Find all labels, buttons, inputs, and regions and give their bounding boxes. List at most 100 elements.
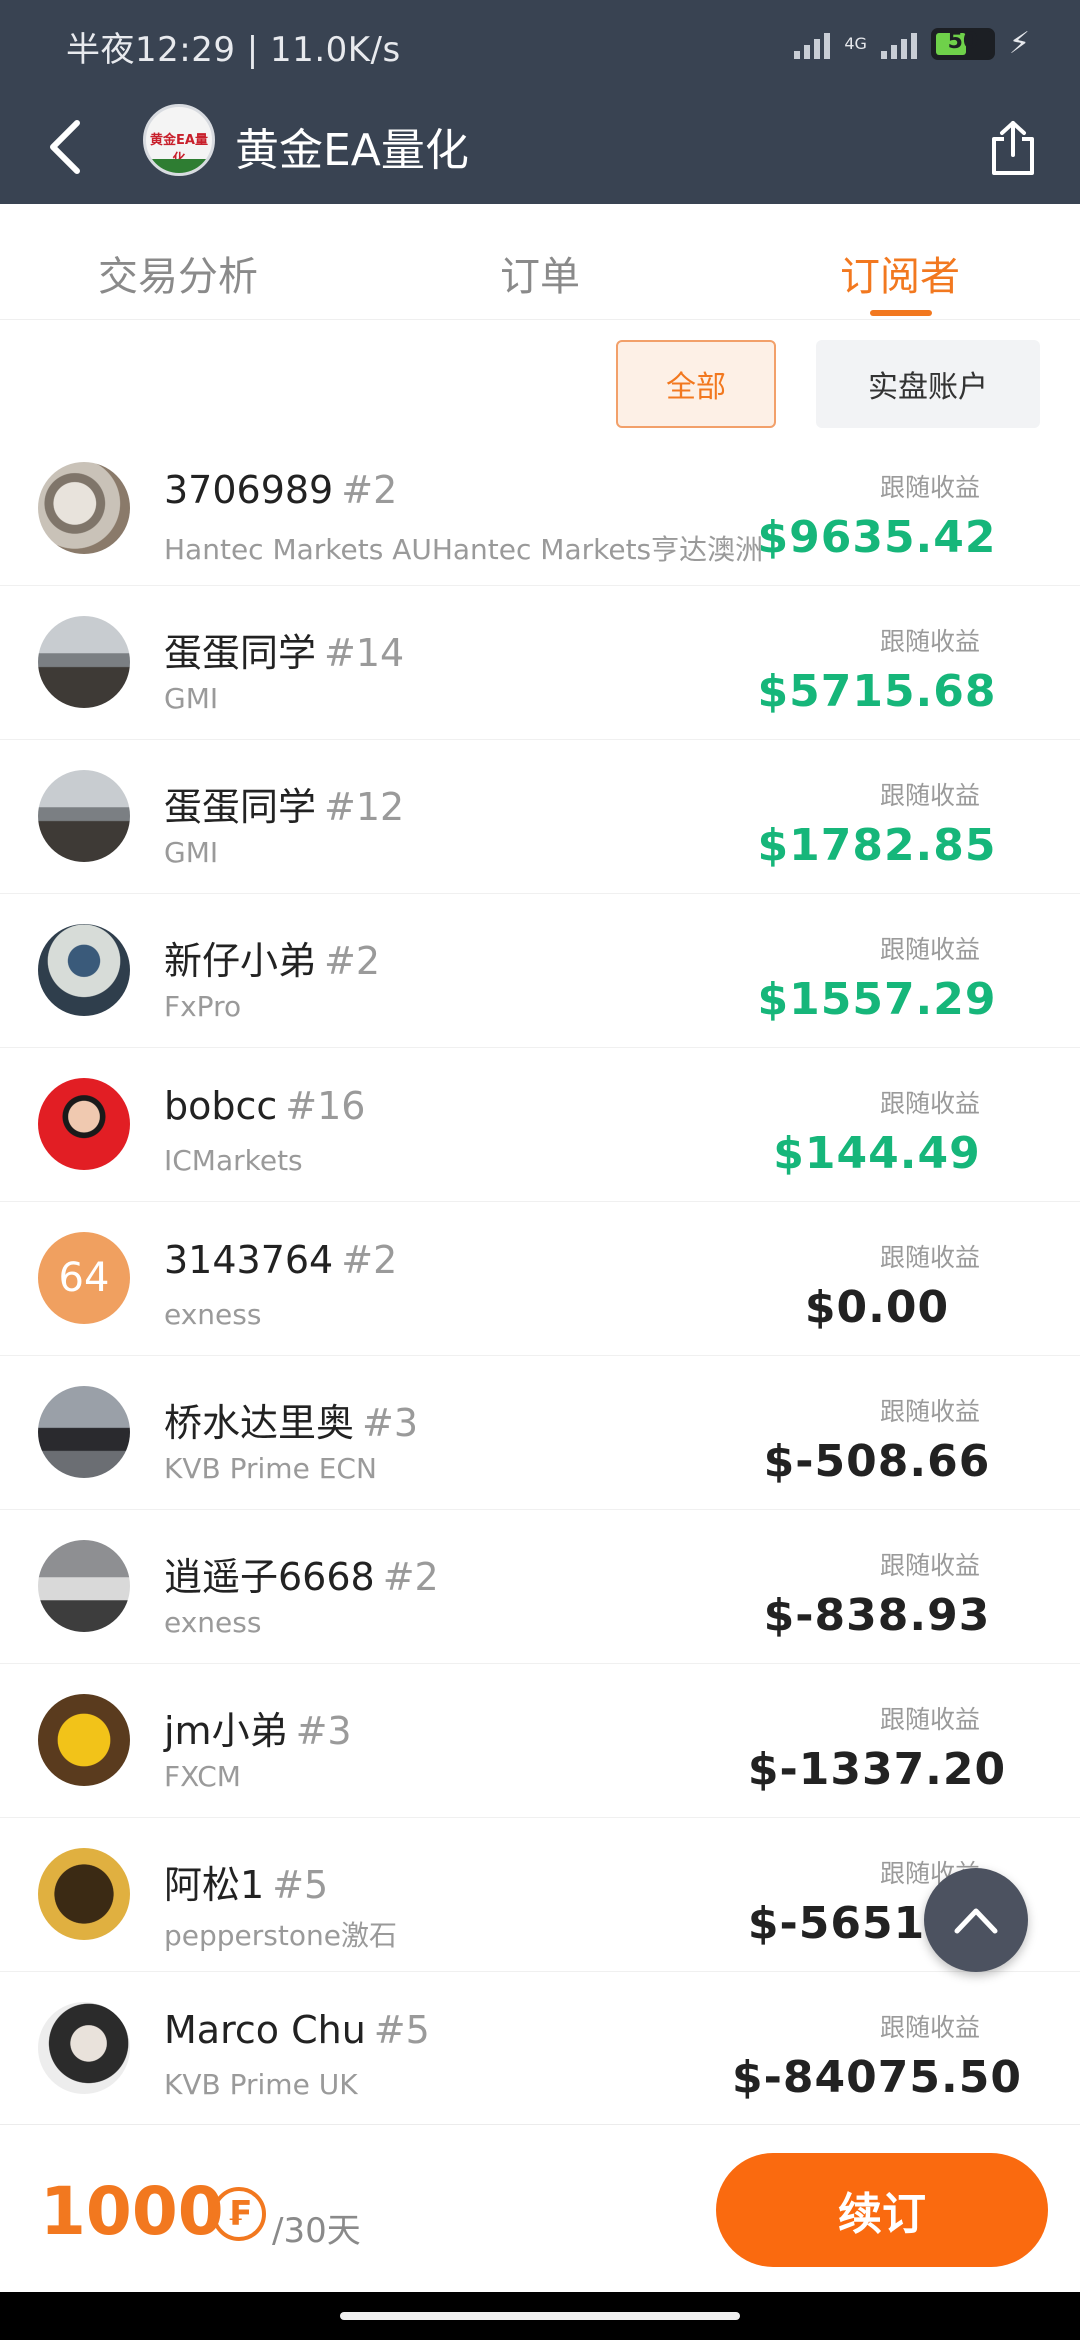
profit-label: 跟随收益 [879, 1089, 980, 1118]
profit-value: $-1337.20 [747, 1744, 1007, 1795]
subscriber-name: bobcc [164, 1084, 278, 1128]
nav-bar: 黄金EA量化 黄金EA量化 [0, 90, 1080, 204]
list-item[interactable]: 蛋蛋同学 #12 GMI 跟随收益 $1782.85 [0, 740, 1080, 894]
avatar [38, 462, 130, 554]
share-icon [992, 121, 1034, 175]
tab-orders[interactable]: 订单 [500, 244, 580, 302]
subscriber-list: 3706989 #2 Hantec Markets AUHantec Market… [0, 432, 1080, 2126]
subscriber-rank: #5 [272, 1863, 329, 1907]
charging-icon: ⚡ [1008, 26, 1030, 61]
tab-subscribers[interactable]: 订阅者 [840, 244, 960, 302]
network-type: 4G [844, 34, 867, 53]
profit-value: $0.00 [804, 1282, 950, 1333]
list-item[interactable]: 阿松1 #5 pepperstone激石 跟随收益 $-5651.92 [0, 1818, 1080, 1972]
subscriber-name: jm小弟 [164, 1709, 288, 1753]
profit-value: $144.49 [773, 1128, 981, 1179]
profit-label: 跟随收益 [879, 1243, 980, 1272]
subscriber-rank: #2 [382, 1555, 439, 1599]
list-item[interactable]: 3706989 #2 Hantec Markets AUHantec Market… [0, 432, 1080, 586]
renew-button[interactable]: 续订 [716, 2153, 1048, 2267]
list-item[interactable]: 新仔小弟 #2 FxPro 跟随收益 $1557.29 [0, 894, 1080, 1048]
subscriber-rank: #2 [324, 939, 381, 983]
chevron-up-icon [954, 1908, 998, 1934]
status-bar: 半夜12:29 | 11.0K/s 4G 50 ⚡ [0, 0, 1080, 90]
avatar [38, 2002, 130, 2094]
avatar [38, 924, 130, 1016]
subscription-bar: 1000 ₣ /30天 续订 [0, 2124, 1080, 2292]
broker-name: FXCM [164, 1760, 241, 1793]
list-item[interactable]: 桥水达里奥 #3 KVB Prime ECN 跟随收益 $-508.66 [0, 1356, 1080, 1510]
battery-level: 50 [947, 28, 979, 54]
broker-name: FxPro [164, 990, 242, 1023]
scroll-to-top-button[interactable] [924, 1868, 1028, 1972]
status-time-speed: 半夜12:29 | 11.0K/s [66, 30, 401, 70]
list-item[interactable]: 蛋蛋同学 #14 GMI 跟随收益 $5715.68 [0, 586, 1080, 740]
home-indicator[interactable] [340, 2312, 740, 2320]
broker-name: KVB Prime ECN [164, 1452, 377, 1485]
profit-label: 跟随收益 [879, 781, 980, 810]
subscription-price: 1000 [40, 2173, 224, 2250]
avatar [38, 1694, 130, 1786]
list-item[interactable]: jm小弟 #3 FXCM 跟随收益 $-1337.20 [0, 1664, 1080, 1818]
list-item[interactable]: 逍遥子6668 #2 exness 跟随收益 $-838.93 [0, 1510, 1080, 1664]
profit-label: 跟随收益 [879, 1551, 980, 1580]
broker-name: GMI [164, 836, 219, 869]
avatar [38, 1386, 130, 1478]
profit-label: 跟随收益 [879, 627, 980, 656]
battery-icon: 50 [930, 27, 995, 60]
signal-icon-2 [880, 29, 917, 59]
list-item[interactable]: bobcc #16 ICMarkets 跟随收益 $144.49 [0, 1048, 1080, 1202]
avatar [38, 616, 130, 708]
profit-label: 跟随收益 [879, 935, 980, 964]
subscriber-rank: #16 [285, 1084, 366, 1128]
tab-bar: 交易分析 订单 订阅者 [0, 204, 1080, 320]
profit-value: $-508.66 [763, 1436, 991, 1487]
filter-real-account-button[interactable]: 实盘账户 [816, 340, 1040, 428]
subscriber-rank: #14 [324, 631, 405, 675]
chevron-left-icon [50, 120, 80, 174]
gesture-area [0, 2292, 1080, 2340]
page-title: 黄金EA量化 [235, 125, 469, 176]
subscriber-name: 3706989 [164, 468, 334, 512]
broker-name: KVB Prime UK [164, 2068, 358, 2101]
broker-name: ICMarkets [164, 1144, 303, 1177]
profit-value: $1782.85 [757, 820, 997, 871]
profit-value: $-84075.50 [732, 2052, 1022, 2103]
avatar [38, 1540, 130, 1632]
strategy-logo: 黄金EA量化 [143, 104, 215, 176]
subscriber-name: 新仔小弟 [164, 939, 317, 983]
subscription-period: /30天 [272, 2211, 361, 2251]
subscriber-name: 逍遥子6668 [164, 1555, 375, 1599]
broker-name: exness [164, 1298, 262, 1331]
filter-row: 全部 实盘账户 [0, 320, 1080, 450]
avatar [38, 1848, 130, 1940]
profit-value: $-838.93 [763, 1590, 991, 1641]
list-item[interactable]: 64 3143764 #2 exness 跟随收益 $0.00 [0, 1202, 1080, 1356]
coin-icon: ₣ [212, 2187, 266, 2241]
tab-trade-analysis[interactable]: 交易分析 [98, 244, 258, 302]
subscriber-rank: #12 [324, 785, 405, 829]
subscriber-name: 3143764 [164, 1238, 334, 1282]
avatar [38, 770, 130, 862]
share-button[interactable] [976, 108, 1050, 188]
list-item[interactable]: Marco Chu #5 KVB Prime UK 跟随收益 $-84075.50 [0, 1972, 1080, 2126]
broker-name: pepperstone激石 [164, 1919, 397, 1952]
profit-label: 跟随收益 [879, 473, 980, 502]
subscriber-rank: #3 [295, 1709, 352, 1753]
broker-name: Hantec Markets AUHantec Markets亨达澳洲 [164, 533, 764, 566]
profit-value: $5715.68 [757, 666, 997, 717]
filter-all-button[interactable]: 全部 [616, 340, 776, 428]
avatar: 64 [38, 1232, 130, 1324]
subscriber-name: 蛋蛋同学 [164, 785, 317, 829]
subscriber-rank: #3 [362, 1401, 419, 1445]
back-button[interactable] [30, 110, 100, 184]
profit-value: $9635.42 [757, 512, 997, 563]
profit-label: 跟随收益 [879, 1705, 980, 1734]
broker-name: GMI [164, 682, 219, 715]
avatar [38, 1078, 130, 1170]
subscriber-rank: #5 [373, 2008, 430, 2052]
subscriber-name: 阿松1 [164, 1863, 265, 1907]
signal-icon [794, 29, 831, 59]
profit-value: $1557.29 [757, 974, 997, 1025]
active-tab-indicator [870, 310, 932, 316]
